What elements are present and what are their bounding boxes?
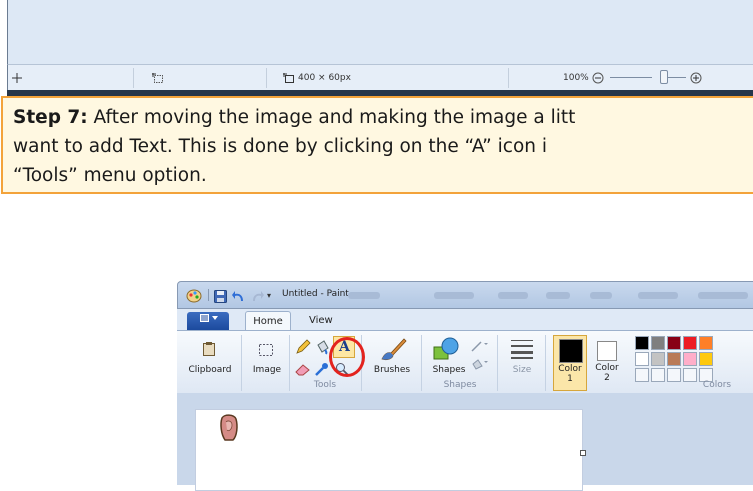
palette-swatch[interactable]	[651, 336, 665, 350]
select-icon	[259, 341, 273, 360]
brushes-label: Brushes	[373, 365, 411, 375]
quick-access-dropdown-icon[interactable]: ▾	[267, 291, 271, 300]
highlight-circle	[329, 337, 365, 377]
file-menu-button[interactable]	[187, 312, 229, 330]
shapes-icon	[433, 337, 463, 365]
file-menu-icon	[198, 314, 218, 326]
image-button[interactable]: Image	[247, 335, 287, 381]
status-bar: 400 × 60px 100%	[7, 64, 753, 91]
ribbon-tab-row: Home View	[177, 309, 753, 331]
color2-swatch	[597, 341, 617, 361]
instruction-line-2: want to add Text. This is done by clicki…	[13, 136, 548, 157]
undo-icon[interactable]	[232, 288, 246, 307]
instruction-box: Step 7: After moving the image and makin…	[1, 96, 753, 194]
paint-app-icon	[186, 288, 202, 307]
move-cursor-icon	[12, 71, 22, 85]
paint-screenshot: ▾ Untitled - Paint Home View Clipboard I…	[177, 275, 753, 491]
zoom-out-icon[interactable]	[592, 71, 604, 85]
redo-icon[interactable]	[250, 288, 264, 307]
palette-swatch[interactable]	[635, 368, 649, 382]
shapes-group-label: Shapes	[443, 380, 477, 390]
zoom-in-icon[interactable]	[690, 71, 702, 85]
tools-group-label: Tools	[313, 380, 337, 390]
shapes-label: Shapes	[432, 365, 466, 375]
window-title: Untitled - Paint	[282, 289, 349, 299]
instruction-text: Step 7: After moving the image and makin…	[13, 103, 575, 190]
palette-swatch[interactable]	[651, 368, 665, 382]
brush-icon	[379, 335, 407, 365]
palette-swatch[interactable]	[699, 336, 713, 350]
palette-swatch[interactable]	[651, 352, 665, 366]
color2-label: Color 2	[595, 363, 619, 383]
palette-swatch[interactable]	[667, 336, 681, 350]
step-label: Step 7:	[13, 107, 88, 128]
fill-icon[interactable]	[315, 339, 329, 359]
instruction-line-1: After moving the image and making the im…	[87, 107, 576, 128]
clipboard-icon	[203, 341, 215, 360]
zoom-slider-thumb[interactable]	[660, 70, 668, 84]
palette-swatch[interactable]	[683, 352, 697, 366]
palette-swatch[interactable]	[683, 336, 697, 350]
canvas-area	[7, 0, 753, 64]
eraser-icon[interactable]	[295, 361, 311, 380]
canvas-resize-handle[interactable]	[580, 450, 586, 456]
size-lines-icon	[511, 339, 533, 363]
color1-label: Color 1	[558, 364, 582, 384]
ribbon: Clipboard Image A Tools Brushes Shapes S…	[177, 330, 753, 394]
palette-swatch[interactable]	[635, 336, 649, 350]
shapes-button[interactable]: Shapes	[427, 335, 471, 381]
canvas-size-icon	[283, 71, 295, 85]
zoom-level-text: 100%	[563, 73, 589, 83]
palette-swatch[interactable]	[635, 352, 649, 366]
color-picker-icon[interactable]	[315, 361, 329, 380]
color1-button[interactable]: Color 1	[553, 335, 587, 391]
selection-size-icon	[152, 71, 164, 85]
zoom-slider-track-left[interactable]	[610, 77, 652, 78]
tab-view[interactable]: View	[309, 315, 333, 326]
brushes-button[interactable]: Brushes	[367, 335, 417, 381]
canvas-size-text: 400 × 60px	[298, 73, 351, 83]
drawing-canvas[interactable]	[195, 409, 586, 491]
previous-paint-screenshot: 400 × 60px 100%	[0, 0, 753, 98]
pencil-icon[interactable]	[295, 339, 311, 359]
outline-icon[interactable]	[471, 337, 489, 356]
zoom-slider-track-right[interactable]	[668, 77, 686, 78]
fill-style-icon[interactable]	[471, 355, 489, 374]
pasted-image	[218, 414, 240, 446]
image-label: Image	[252, 365, 282, 375]
title-bar: ▾ Untitled - Paint	[177, 281, 753, 309]
palette-swatch[interactable]	[667, 352, 681, 366]
tab-home[interactable]: Home	[245, 311, 291, 331]
instruction-line-3: “Tools” menu option.	[13, 165, 207, 186]
workspace	[177, 393, 753, 491]
size-button[interactable]: Size	[503, 335, 541, 381]
size-label: Size	[512, 365, 532, 375]
color2-button[interactable]: Color 2	[591, 335, 625, 391]
clipboard-button[interactable]: Clipboard	[185, 335, 235, 381]
palette-swatch[interactable]	[699, 352, 713, 366]
colors-group-label: Colors	[702, 380, 732, 390]
color1-swatch	[559, 339, 583, 363]
save-icon[interactable]	[214, 288, 227, 307]
clipboard-label: Clipboard	[188, 365, 232, 375]
